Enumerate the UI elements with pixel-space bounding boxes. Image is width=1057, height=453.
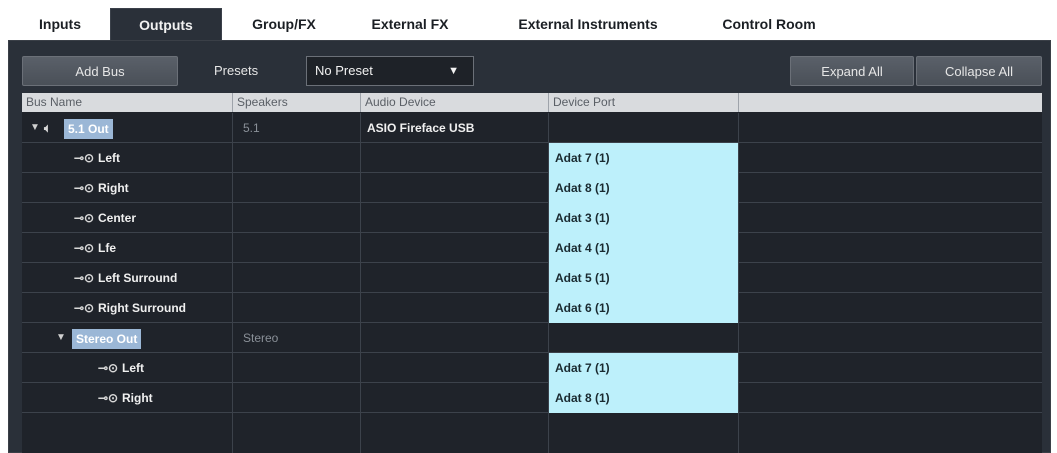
device-port-cell[interactable]: Adat 5 (1) <box>549 263 739 293</box>
expand-all-button[interactable]: Expand All <box>790 56 914 86</box>
table-row[interactable]: ⊸⊙ Left Surround Adat 5 (1) <box>22 263 1042 293</box>
chevron-down-icon: ▼ <box>448 65 459 77</box>
presets-select-value: No Preset <box>315 63 373 78</box>
tab-control-room[interactable]: Control Room <box>704 8 834 40</box>
column-header-device-port[interactable]: Device Port <box>549 93 739 112</box>
device-port-cell[interactable] <box>549 113 739 143</box>
audio-device-cell[interactable]: ASIO Fireface USB <box>361 113 549 143</box>
tab-bar: Inputs Outputs Group/FX External FX Exte… <box>0 0 1057 41</box>
bus-name-cell[interactable]: ▼ Stereo Out <box>22 323 233 353</box>
speaker-icon: 🔈︎ <box>44 121 52 135</box>
column-header-speakers[interactable]: Speakers <box>233 93 361 112</box>
add-bus-button[interactable]: Add Bus <box>22 56 178 86</box>
bus-table: Bus Name Speakers Audio Device Device Po… <box>22 93 1042 453</box>
table-row[interactable]: ⊸⊙ Right Adat 8 (1) <box>22 383 1042 413</box>
channel-name-label: Right <box>98 181 129 195</box>
table-row[interactable]: ⊸⊙ Left Adat 7 (1) <box>22 143 1042 173</box>
channel-name-label: Left <box>98 151 120 165</box>
table-row[interactable]: ⊸⊙ Center Adat 3 (1) <box>22 203 1042 233</box>
output-channel-icon: ⊸⊙ <box>98 361 119 375</box>
device-port-cell[interactable]: Adat 4 (1) <box>549 233 739 263</box>
column-header-audio-device[interactable]: Audio Device <box>361 93 549 112</box>
device-port-cell[interactable]: Adat 8 (1) <box>549 173 739 203</box>
tab-outputs[interactable]: Outputs <box>110 8 222 41</box>
presets-label: Presets <box>214 63 259 78</box>
device-port-cell[interactable]: Adat 3 (1) <box>549 203 739 233</box>
tab-external-fx[interactable]: External FX <box>355 8 465 40</box>
empty-row <box>22 413 1042 453</box>
expand-triangle-icon[interactable]: ▼ <box>30 113 40 143</box>
output-channel-icon: ⊸⊙ <box>98 391 119 405</box>
channel-name-label: Left <box>122 361 144 375</box>
tab-external-instruments[interactable]: External Instruments <box>498 8 678 40</box>
table-row[interactable]: ⊸⊙ Left Adat 7 (1) <box>22 353 1042 383</box>
channel-name-label: Right Surround <box>98 301 186 315</box>
output-channel-icon: ⊸⊙ <box>74 271 95 285</box>
output-channel-icon: ⊸⊙ <box>74 301 95 315</box>
device-port-cell[interactable]: Adat 7 (1) <box>549 143 739 173</box>
output-channel-icon: ⊸⊙ <box>74 241 95 255</box>
collapse-all-button[interactable]: Collapse All <box>916 56 1042 86</box>
expand-triangle-icon[interactable]: ▼ <box>56 323 66 353</box>
speakers-cell: Stereo <box>233 323 361 353</box>
device-port-cell[interactable]: Adat 6 (1) <box>549 293 739 323</box>
column-header-bus-name[interactable]: Bus Name <box>22 93 233 112</box>
tab-group-fx[interactable]: Group/FX <box>236 8 332 40</box>
output-channel-icon: ⊸⊙ <box>74 151 95 165</box>
table-row[interactable]: ▼ Stereo Out Stereo <box>22 323 1042 353</box>
device-port-cell[interactable]: Adat 7 (1) <box>549 353 739 383</box>
channel-name-label: Center <box>98 211 137 225</box>
channel-name-label: Left Surround <box>98 271 178 285</box>
bus-name-label: 5.1 Out <box>64 119 113 139</box>
table-row[interactable]: ▼ 🔈︎ 5.1 Out 5.1 ASIO Fireface USB <box>22 113 1042 143</box>
bus-name-label: Stereo Out <box>72 329 142 349</box>
table-row[interactable]: ⊸⊙ Right Surround Adat 6 (1) <box>22 293 1042 323</box>
speakers-cell: 5.1 <box>233 113 361 143</box>
bus-name-cell[interactable]: ▼ 🔈︎ 5.1 Out <box>22 113 233 143</box>
output-channel-icon: ⊸⊙ <box>74 181 95 195</box>
channel-name-label: Right <box>122 391 153 405</box>
presets-select[interactable]: No Preset ▼ <box>306 56 474 86</box>
channel-name-label: Lfe <box>98 241 116 255</box>
table-header: Bus Name Speakers Audio Device Device Po… <box>22 93 1042 112</box>
device-port-cell[interactable]: Adat 8 (1) <box>549 383 739 413</box>
tab-inputs[interactable]: Inputs <box>20 8 100 40</box>
output-channel-icon: ⊸⊙ <box>74 211 95 225</box>
table-row[interactable]: ⊸⊙ Lfe Adat 4 (1) <box>22 233 1042 263</box>
table-row[interactable]: ⊸⊙ Right Adat 8 (1) <box>22 173 1042 203</box>
